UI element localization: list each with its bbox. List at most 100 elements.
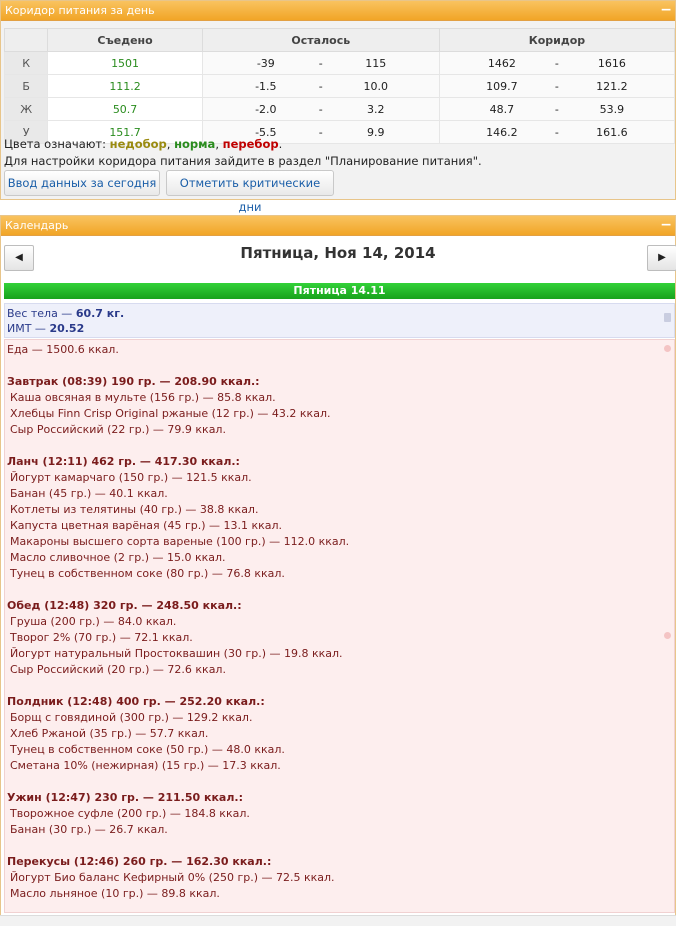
corridor-range: 146.2 - 161.6 (438, 120, 676, 144)
food-item[interactable]: Банан (45 гр.) — 40.1 ккал. (10, 487, 168, 500)
food-item[interactable]: Капуста цветная варёная (45 гр.) — 13.1 … (10, 519, 282, 532)
food-total: Еда — 1500.6 ккал. (7, 343, 119, 356)
settings-hint: Для настройки коридора питания зайдите в… (4, 154, 482, 168)
food-item[interactable]: Творог 2% (70 гр.) — 72.1 ккал. (10, 631, 193, 644)
arrow-right-icon: ▶ (658, 252, 666, 263)
range-dash: - (318, 102, 323, 116)
page-footer (0, 915, 676, 926)
meal-header[interactable]: Завтрак (08:39) 190 гр. — 208.90 ккал.: (7, 375, 260, 388)
meal-header[interactable]: Ужин (12:47) 230 гр. — 211.50 ккал.: (7, 791, 243, 804)
food-item[interactable]: Масло сливочное (2 гр.) — 15.0 ккал. (10, 551, 226, 564)
corridor-range: 109.7 - 121.2 (438, 74, 676, 98)
range-dash: - (318, 56, 323, 70)
remaining-range: -2.0 - 3.2 (201, 97, 440, 121)
meal-header[interactable]: Полдник (12:48) 400 гр. — 252.20 ккал.: (7, 695, 265, 708)
calendar-panel-header[interactable]: Календарь − (1, 216, 675, 236)
row-label: К (3, 51, 49, 75)
food-item[interactable]: Йогурт натуральный Простоквашин (30 гр.)… (10, 647, 343, 660)
trash-icon[interactable] (664, 313, 671, 322)
food-item[interactable]: Груша (200 гр.) — 84.0 ккал. (10, 615, 176, 628)
eaten-value: 1501 (47, 51, 203, 75)
pin-icon[interactable] (664, 345, 671, 352)
meal-header[interactable]: Перекусы (12:46) 260 гр. — 162.30 ккал.: (7, 855, 271, 868)
legend-end: . (278, 137, 283, 151)
pin-icon[interactable] (664, 632, 671, 639)
legend-sep-2: , (215, 137, 219, 151)
range-dash: - (554, 56, 559, 70)
calendar-date: Пятница, Ноя 14, 2014 (240, 244, 436, 262)
remaining-min: -2.0 (255, 102, 277, 116)
eaten-value: 111.2 (47, 74, 203, 98)
remaining-max: 9.9 (367, 125, 385, 139)
food-item[interactable]: Тунец в собственном соке (80 гр.) — 76.8… (10, 567, 285, 580)
corridor-min: 1462 (487, 56, 516, 70)
table-row: Б 111.2 -1.5 - 10.0 109.7 - 121.2 (3, 74, 676, 98)
legend-under: недобор (109, 137, 167, 151)
remaining-max: 10.0 (363, 79, 389, 93)
corridor-max: 1616 (597, 56, 626, 70)
input-today-button[interactable]: Ввод данных за сегодня (4, 170, 160, 196)
range-dash: - (554, 125, 559, 139)
range-dash: - (554, 102, 559, 116)
food-item[interactable]: Банан (30 гр.) — 26.7 ккал. (10, 823, 168, 836)
food-item[interactable]: Творожное суфле (200 гр.) — 184.8 ккал. (10, 807, 250, 820)
food-item[interactable]: Макароны высшего сорта вареные (100 гр.)… (10, 535, 349, 548)
legend-over: перебор (222, 137, 279, 151)
legend-prefix: Цвета означают: (4, 137, 106, 151)
meal-header[interactable]: Ланч (12:11) 462 гр. — 417.30 ккал.: (7, 455, 240, 468)
calendar-panel-title: Календарь (5, 219, 69, 232)
table-row: Ж 50.7 -2.0 - 3.2 48.7 - 53.9 (3, 97, 676, 121)
range-dash: - (554, 79, 559, 93)
meal-header[interactable]: Обед (12:48) 320 гр. — 248.50 ккал.: (7, 599, 242, 612)
corridor-min: 48.7 (489, 102, 515, 116)
food-item[interactable]: Котлеты из телятины (40 гр.) — 38.8 ккал… (10, 503, 258, 516)
weight-label: Вес тела — (7, 307, 76, 320)
eaten-value: 50.7 (47, 97, 203, 121)
food-item[interactable]: Сметана 10% (нежирная) (15 гр.) — 17.3 к… (10, 759, 281, 772)
collapse-icon[interactable]: − (660, 1, 672, 20)
remaining-range: -1.5 - 10.0 (201, 74, 440, 98)
food-item[interactable]: Йогурт камарчаго (150 гр.) — 121.5 ккал. (10, 471, 252, 484)
corridor-max: 161.6 (596, 125, 628, 139)
food-log-box[interactable]: Еда — 1500.6 ккал. Завтрак (08:39) 190 г… (4, 339, 675, 913)
food-item[interactable]: Сыр Российский (22 гр.) — 79.9 ккал. (10, 423, 226, 436)
food-item[interactable]: Борщ с говядиной (300 гр.) — 129.2 ккал. (10, 711, 252, 724)
range-dash: - (318, 125, 323, 139)
remaining-min: -1.5 (255, 79, 277, 93)
remaining-header: Осталось (201, 28, 440, 52)
remaining-min: -39 (256, 56, 275, 70)
remaining-max: 3.2 (367, 102, 385, 116)
body-weight-box[interactable]: Вес тела — 60.7 кг. ИМТ — 20.52 (4, 303, 675, 338)
corridor-table: Съедено Осталось Коридор К 1501 -39 - 115 146… (3, 28, 676, 144)
remaining-max: 115 (365, 56, 387, 70)
food-item[interactable]: Йогурт Био баланс Кефирный 0% (250 гр.) … (10, 871, 335, 884)
legend-norm: норма (174, 137, 216, 151)
day-header-bar: Пятница 14.11 (4, 283, 675, 299)
food-item[interactable]: Тунец в собственном соке (50 гр.) — 48.0… (10, 743, 285, 756)
corridor-header: Коридор (438, 28, 676, 52)
corridor-panel-title: Коридор питания за день (5, 4, 155, 17)
remaining-range: -39 - 115 (201, 51, 440, 75)
eaten-header: Съедено (47, 28, 203, 52)
weight-value: 60.7 кг. (75, 307, 125, 320)
corridor-max: 121.2 (596, 79, 628, 93)
mark-critical-days-button[interactable]: Отметить критические дни (166, 170, 334, 214)
bmi-line: ИМТ — 20.52 (7, 322, 84, 335)
food-item[interactable]: Масло льняное (10 гр.) — 89.8 ккал. (10, 887, 220, 900)
row-label: Б (3, 74, 49, 98)
corridor-panel-header[interactable]: Коридор питания за день − (1, 1, 675, 21)
legend-sep-1: , (166, 137, 171, 151)
food-item[interactable]: Хлебцы Finn Crisp Original ржаные (12 гр… (10, 407, 330, 420)
corridor-range: 48.7 - 53.9 (438, 97, 676, 121)
table-row: К 1501 -39 - 115 1462 - 1616 (3, 51, 676, 75)
food-item[interactable]: Сыр Российский (20 гр.) — 72.6 ккал. (10, 663, 226, 676)
bmi-value: 20.52 (49, 322, 85, 335)
next-day-button[interactable]: ▶ (647, 245, 676, 271)
prev-day-button[interactable]: ◀ (4, 245, 34, 271)
food-item[interactable]: Каша овсяная в мульте (156 гр.) — 85.8 к… (10, 391, 276, 404)
collapse-icon[interactable]: − (660, 216, 672, 235)
row-label: Ж (3, 97, 49, 121)
food-item[interactable]: Хлеб Ржаной (35 гр.) — 57.7 ккал. (10, 727, 208, 740)
corridor-max: 53.9 (599, 102, 625, 116)
row-label-header (3, 28, 49, 52)
